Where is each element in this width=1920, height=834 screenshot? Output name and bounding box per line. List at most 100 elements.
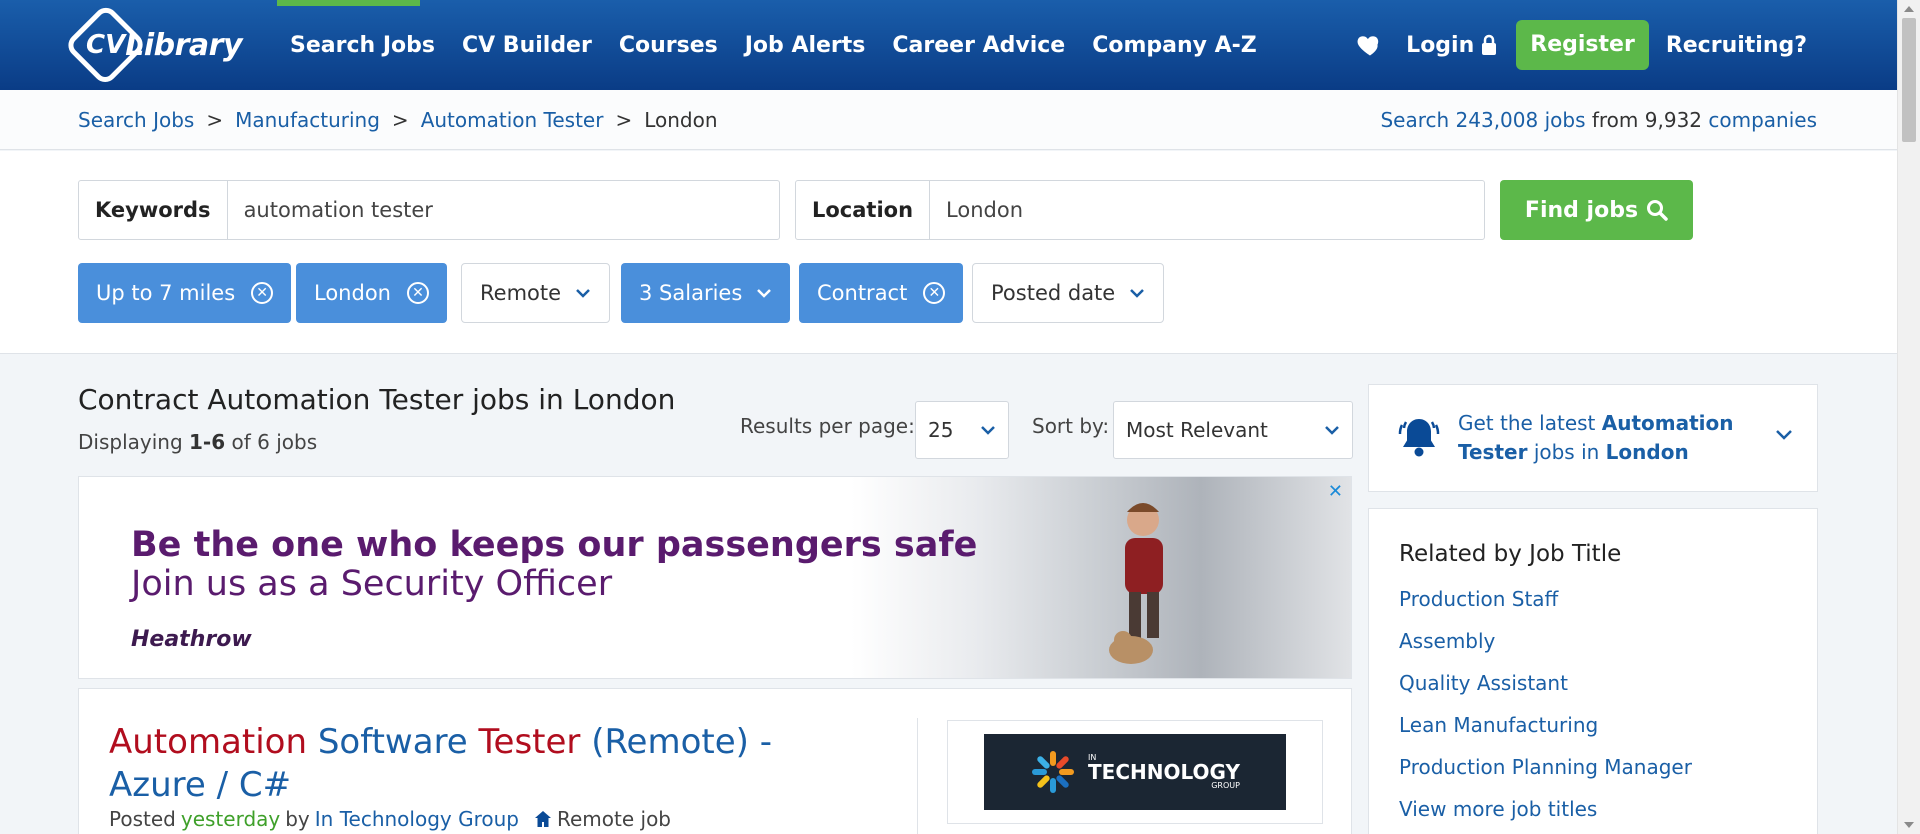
related-link[interactable]: Lean Manufacturing — [1399, 713, 1692, 755]
company-logo[interactable]: IN TECHNOLOGY GROUP — [947, 720, 1323, 824]
job-title-part: Automation — [109, 722, 308, 762]
company-logo-badge: IN TECHNOLOGY GROUP — [984, 734, 1286, 810]
chevron-down-icon — [1776, 430, 1792, 440]
advert-close-icon[interactable]: ✕ — [1328, 481, 1343, 502]
location-label: Location — [796, 181, 931, 239]
chevron-down-icon — [981, 426, 995, 435]
breadcrumb-automation-tester[interactable]: Automation Tester — [421, 108, 604, 132]
job-company-link[interactable]: In Technology Group — [315, 807, 519, 831]
results-per-page-value: 25 — [928, 418, 954, 442]
divider — [917, 718, 918, 834]
breadcrumb-separator: > — [391, 108, 409, 132]
stats-middle: from 9,932 — [1591, 108, 1703, 132]
breadcrumb-current: London — [644, 108, 718, 132]
breadcrumb-bar: Search Jobs > Manufacturing > Automation… — [0, 90, 1897, 150]
search-icon — [1647, 200, 1668, 221]
job-title-part: Tester — [478, 722, 581, 762]
bell-icon — [1398, 419, 1440, 457]
chevron-down-icon — [576, 289, 590, 298]
stats-companies-link[interactable]: companies — [1708, 108, 1817, 132]
job-title-link[interactable]: Automation Software Tester (Remote) - Az… — [109, 721, 809, 807]
search-panel: Keywords Location Find jobs Up to 7 mile… — [0, 151, 1897, 354]
nav-company-a-z[interactable]: Company A-Z — [1092, 33, 1257, 58]
filter-distance-label: Up to 7 miles — [96, 281, 236, 305]
login-label: Login — [1406, 32, 1475, 58]
nav-career-advice[interactable]: Career Advice — [892, 33, 1065, 58]
main-nav: Search Jobs CV Builder Courses Job Alert… — [290, 0, 1284, 90]
nav-job-alerts[interactable]: Job Alerts — [745, 33, 866, 58]
breadcrumb-separator: > — [206, 108, 224, 132]
breadcrumb: Search Jobs > Manufacturing > Automation… — [78, 90, 718, 150]
filter-salary-dropdown[interactable]: 3 Salaries — [621, 263, 791, 323]
filter-contract-label: Contract — [817, 281, 908, 305]
remove-filter-icon[interactable]: ✕ — [406, 282, 429, 304]
job-remote-label: Remote job — [556, 807, 671, 831]
keywords-label: Keywords — [79, 181, 228, 239]
keywords-input[interactable] — [227, 181, 779, 239]
job-alert-text: Get the latest Automation Tester jobs in… — [1458, 411, 1734, 464]
logo-cv-badge: CV — [63, 2, 148, 88]
view-more-job-titles-link[interactable]: View more job titles — [1399, 797, 1692, 834]
chevron-down-icon — [1130, 289, 1145, 298]
find-jobs-button[interactable]: Find jobs — [1500, 180, 1693, 240]
results-count-prefix: Displaying — [78, 430, 183, 454]
related-heading: Related by Job Title — [1399, 541, 1622, 567]
nav-search-jobs[interactable]: Search Jobs — [290, 33, 435, 58]
job-title-part: Software — [307, 722, 479, 762]
recruiting-link[interactable]: Recruiting? — [1666, 33, 1807, 58]
filter-distance-chip[interactable]: Up to 7 miles ✕ — [78, 263, 292, 323]
starburst-logo-icon — [1032, 751, 1075, 793]
related-link[interactable]: Assembly — [1399, 629, 1692, 671]
location-input[interactable] — [930, 181, 1484, 239]
scroll-up-arrow-icon[interactable] — [1904, 6, 1914, 12]
stats-jobs-link[interactable]: 243,008 jobs — [1456, 108, 1586, 132]
job-posted-when: yesterday — [180, 807, 281, 831]
results-per-page-select[interactable]: 25 — [915, 401, 1009, 459]
related-link[interactable]: Production Staff — [1399, 587, 1692, 629]
location-field: Location — [795, 180, 1485, 240]
job-posted-prefix: Posted — [109, 807, 176, 831]
filter-salary-label: 3 Salaries — [639, 281, 743, 305]
remove-filter-icon[interactable]: ✕ — [251, 282, 274, 304]
scroll-down-arrow-icon[interactable] — [1904, 822, 1914, 828]
stats-search-link[interactable]: Search — [1380, 108, 1449, 132]
nav-cv-builder[interactable]: CV Builder — [462, 33, 592, 58]
related-link[interactable]: Quality Assistant — [1399, 671, 1692, 713]
filter-remote-label: Remote — [480, 281, 562, 305]
chevron-down-icon — [757, 289, 772, 298]
company-logo-text: IN TECHNOLOGY GROUP — [1088, 753, 1240, 790]
saved-jobs-heart-icon[interactable] — [1356, 31, 1384, 59]
advert-brand-logo: Heathrow — [131, 627, 252, 652]
remove-filter-icon[interactable]: ✕ — [923, 282, 946, 304]
related-list: Production Staff Assembly Quality Assist… — [1399, 587, 1692, 834]
sort-by-select[interactable]: Most Relevant — [1113, 401, 1353, 459]
advert-headline: Be the one who keeps our passengers safe — [131, 525, 978, 565]
filter-location-chip[interactable]: London ✕ — [296, 263, 447, 323]
related-link[interactable]: Production Planning Manager — [1399, 755, 1692, 797]
lock-icon — [1482, 34, 1497, 55]
job-by-text: by — [285, 807, 310, 831]
advert-banner[interactable]: Be the one who keeps our passengers safe… — [78, 476, 1352, 679]
filter-location-label: London — [314, 281, 391, 305]
filter-remote-dropdown[interactable]: Remote — [461, 263, 611, 323]
site-stats: Search 243,008 jobs from 9,932 companies — [1380, 90, 1817, 150]
login-link[interactable]: Login — [1406, 33, 1498, 58]
nav-courses[interactable]: Courses — [619, 33, 718, 58]
job-remote-tag: Remote job — [533, 807, 671, 831]
results-count: Displaying 1-6 of 6 jobs — [78, 430, 317, 454]
breadcrumb-search-jobs[interactable]: Search Jobs — [78, 108, 194, 132]
advert-subline: Join us as a Security Officer — [131, 564, 613, 604]
results-per-page-label: Results per page: — [740, 414, 915, 438]
filter-posted-date-dropdown[interactable]: Posted date — [972, 263, 1165, 323]
page-scrollbar[interactable] — [1897, 0, 1920, 834]
filter-contract-chip[interactable]: Contract ✕ — [799, 263, 964, 323]
sort-by-value: Most Relevant — [1126, 418, 1268, 442]
home-icon — [534, 811, 551, 827]
breadcrumb-manufacturing[interactable]: Manufacturing — [235, 108, 380, 132]
scrollbar-thumb[interactable] — [1902, 18, 1916, 142]
site-logo[interactable]: CV Library — [63, 2, 242, 88]
site-header: CV Library Search Jobs CV Builder Course… — [0, 0, 1897, 90]
filter-posted-date-label: Posted date — [991, 281, 1116, 305]
register-button[interactable]: Register — [1516, 20, 1649, 70]
job-alert-box[interactable]: Get the latest Automation Tester jobs in… — [1368, 384, 1818, 492]
